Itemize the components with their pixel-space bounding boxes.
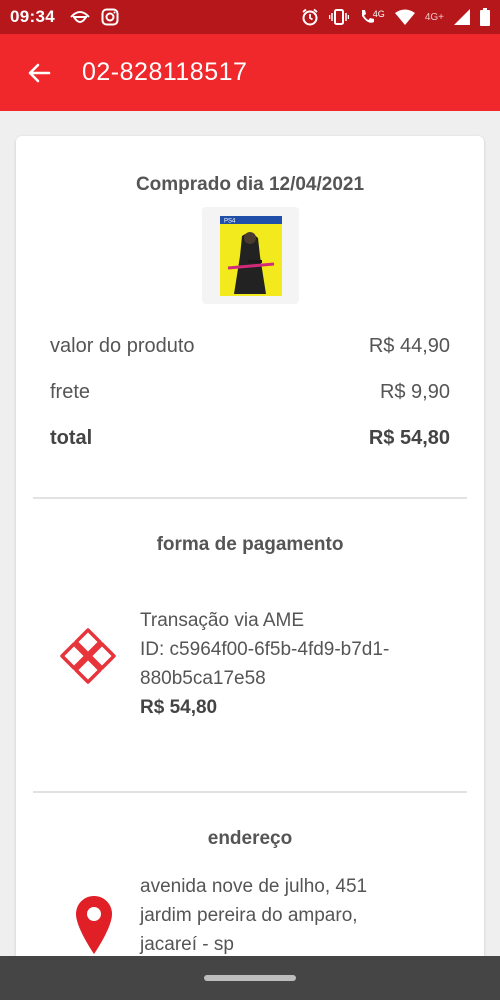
vibrate-icon	[328, 9, 349, 25]
game-cover-icon: PS4	[219, 215, 282, 296]
order-number-title: 02-828118517	[82, 58, 248, 86]
back-button[interactable]	[24, 58, 54, 88]
address-line-1: avenida nove de julho, 451	[140, 876, 368, 897]
system-navigation-bar	[0, 956, 500, 1000]
status-time: 09:34	[10, 7, 55, 26]
svg-text:PS4: PS4	[224, 218, 236, 224]
location-pin-icon	[76, 896, 112, 961]
instagram-icon	[101, 8, 119, 26]
total-value: R$ 54,80	[368, 427, 450, 449]
shipping-value: R$ 9,90	[379, 381, 450, 403]
total-label: total	[50, 427, 93, 449]
alarm-icon	[301, 8, 319, 26]
battery-icon	[480, 8, 490, 26]
wifi-icon	[394, 9, 415, 25]
payment-section-title: forma de pagamento	[156, 534, 344, 555]
purchase-date: Comprado dia 12/04/2021	[135, 174, 365, 195]
payment-method: Transação via AME	[140, 610, 305, 631]
product-price-row: valor do produto R$ 44,90	[50, 335, 450, 358]
signal-icon	[454, 9, 470, 25]
ame-logo-icon	[58, 628, 118, 689]
product-image[interactable]: PS4	[202, 207, 299, 304]
divider	[33, 497, 467, 499]
app-bar: 02-828118517	[0, 34, 500, 111]
transaction-id: ID: c5964f00-6f5b-4fd9-b7d1-880b5ca17e58	[140, 639, 390, 689]
payment-amount: R$ 54,80	[140, 697, 218, 718]
status-bar: 09:34 4G 4G+	[0, 0, 500, 34]
shipping-row: frete R$ 9,90	[50, 381, 450, 404]
status-notifications	[69, 8, 119, 26]
divider	[33, 791, 467, 793]
arrow-left-icon	[28, 63, 51, 82]
product-price-label: valor do produto	[50, 335, 195, 357]
network-type: 4G+	[424, 11, 444, 23]
status-system-icons: 4G 4G+	[301, 8, 490, 26]
wifi-call-icon: 4G	[359, 9, 385, 25]
address-line-2: jardim pereira do amparo,	[140, 905, 358, 926]
home-gesture-handle[interactable]	[204, 975, 296, 981]
total-row: total R$ 54,80	[50, 427, 450, 450]
address-details: avenida nove de julho, 451 jardim pereir…	[140, 872, 470, 959]
product-price-value: R$ 44,90	[368, 335, 450, 357]
address-line-3: jacareí - sp	[140, 934, 234, 955]
shipping-label: frete	[50, 381, 91, 403]
food-app-icon	[69, 9, 91, 25]
address-section-title: endereço	[207, 828, 293, 849]
network-label: 4G	[372, 9, 385, 19]
payment-details: Transação via AME ID: c5964f00-6f5b-4fd9…	[140, 606, 470, 722]
order-details-card: Comprado dia 12/04/2021 PS4 valor do pro…	[16, 136, 484, 1000]
